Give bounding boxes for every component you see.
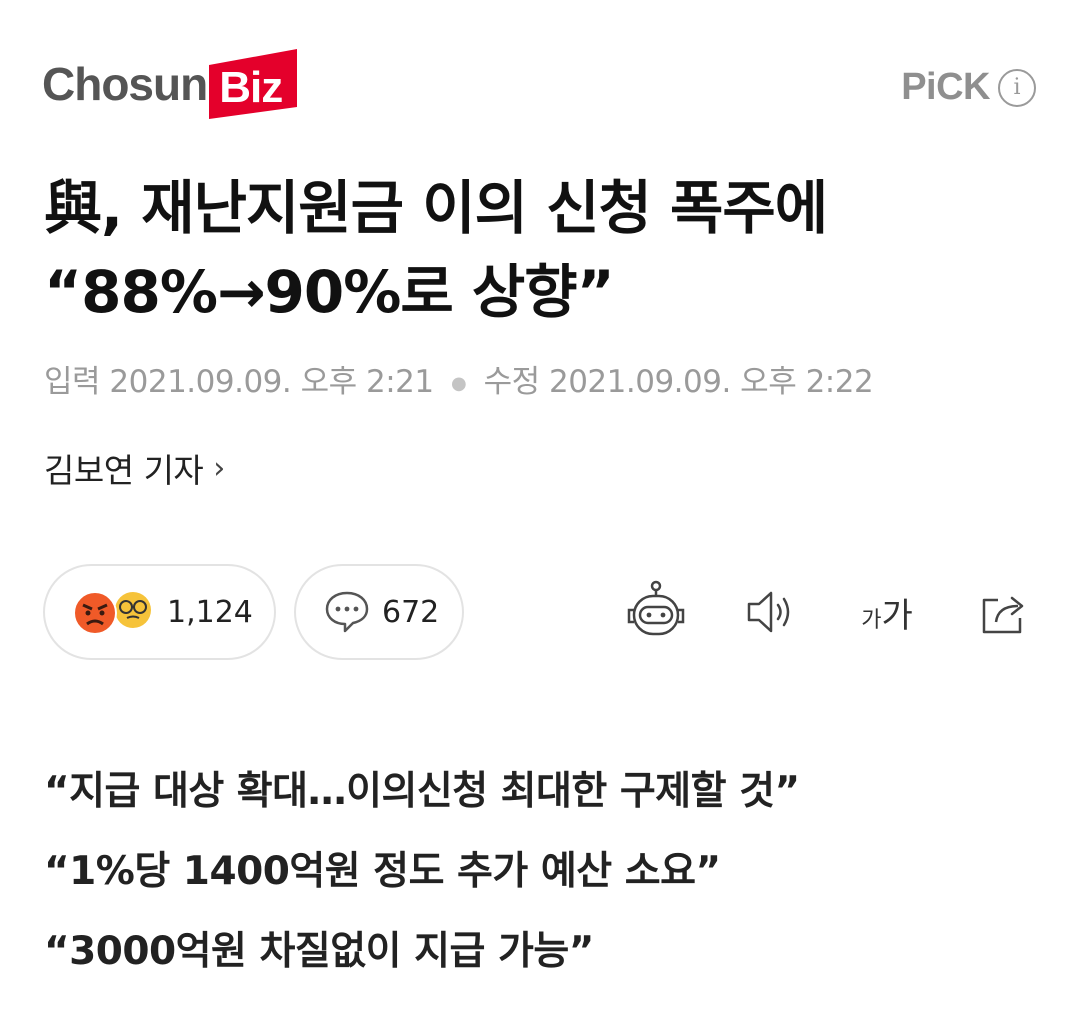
article-timestamps: 입력 2021.09.09. 오후 2:21 ● 수정 2021.09.09. … (44, 356, 874, 401)
info-icon[interactable]: i (998, 68, 1036, 107)
angry-emoji-icon (73, 591, 117, 635)
reporter-link[interactable]: 김보연 기자 › (44, 444, 225, 492)
robot-summary-icon (627, 580, 685, 636)
logo-biz-badge: Biz (209, 49, 299, 119)
share-icon (982, 596, 1024, 634)
comment-icon (325, 591, 369, 633)
chosunbiz-logo[interactable]: Chosun Biz (42, 46, 299, 122)
comments-count: 672 (382, 594, 440, 630)
edit-label: 수정 (483, 364, 541, 400)
comments-button[interactable]: 672 (294, 564, 464, 660)
subhead-2: “1%당 1400억원 정도 추가 예산 소요” (44, 849, 721, 894)
article-subheads: “지급 대상 확대…이의신청 최대한 구제할 것” “1%당 1400억원 정도… (44, 752, 800, 992)
chevron-right-icon: › (213, 450, 225, 486)
pick-label: PiCK (901, 66, 990, 108)
glasses-emoji-icon (115, 592, 151, 628)
pick-badge[interactable]: PiCK i (901, 66, 1036, 109)
robot-summary-button[interactable] (624, 580, 688, 644)
headline-line-1: 與, 재난지원금 이의 신청 폭주에 (44, 174, 828, 242)
speaker-icon (747, 591, 790, 633)
logo-accent-text: Biz (219, 63, 283, 112)
font-size-icon: 가가 (861, 595, 913, 636)
separator-dot: ● (450, 373, 467, 394)
font-size-button[interactable]: 가가 (852, 580, 922, 644)
subhead-1: “지급 대상 확대…이의신청 최대한 구제할 것” (44, 769, 800, 814)
reactions-count: 1,124 (167, 594, 253, 630)
reporter-name: 김보연 기자 (44, 451, 204, 490)
share-button[interactable] (972, 580, 1036, 644)
input-label: 입력 (44, 364, 101, 400)
input-time: 2021.09.09. 오후 2:21 (109, 364, 434, 400)
read-aloud-button[interactable] (738, 580, 802, 644)
reaction-emojis (73, 591, 151, 635)
reactions-button[interactable]: 1,124 (43, 564, 276, 660)
logo-text: Chosun (42, 58, 208, 110)
subhead-3: “3000억원 차질없이 지급 가능” (44, 929, 594, 974)
edit-time: 2021.09.09. 오후 2:22 (548, 364, 874, 400)
article-headline: 與, 재난지원금 이의 신청 폭주에 “88%→90%로 상향” (44, 166, 1044, 334)
headline-line-2: “88%→90%로 상향” (44, 258, 615, 326)
